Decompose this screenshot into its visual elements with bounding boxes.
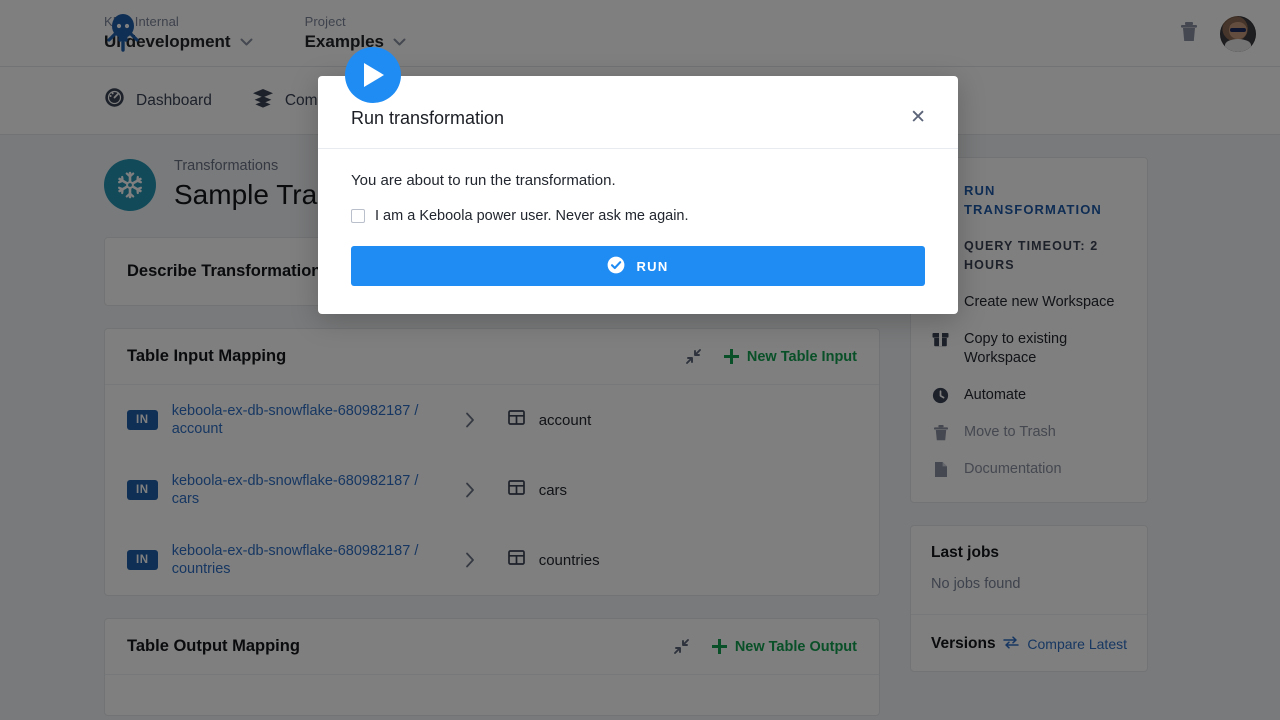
modal-title: Run transformation — [351, 106, 504, 130]
power-user-checkbox[interactable] — [351, 209, 365, 223]
play-circle-icon — [345, 47, 401, 103]
power-user-checkbox-label[interactable]: I am a Keboola power user. Never ask me … — [375, 208, 689, 224]
run-button[interactable]: RUN — [351, 246, 925, 286]
close-icon[interactable]: ✕ — [906, 106, 930, 129]
modal-footer: RUN — [318, 224, 958, 314]
power-user-checkbox-row[interactable]: I am a Keboola power user. Never ask me … — [351, 208, 925, 224]
run-transformation-modal: Run transformation ✕ You are about to ru… — [318, 76, 958, 314]
modal-body-text: You are about to run the transformation. — [351, 171, 925, 191]
modal-header: Run transformation ✕ — [318, 76, 958, 149]
modal-body: You are about to run the transformation.… — [318, 149, 958, 224]
run-button-label: RUN — [636, 259, 668, 274]
check-circle-icon — [607, 256, 625, 277]
